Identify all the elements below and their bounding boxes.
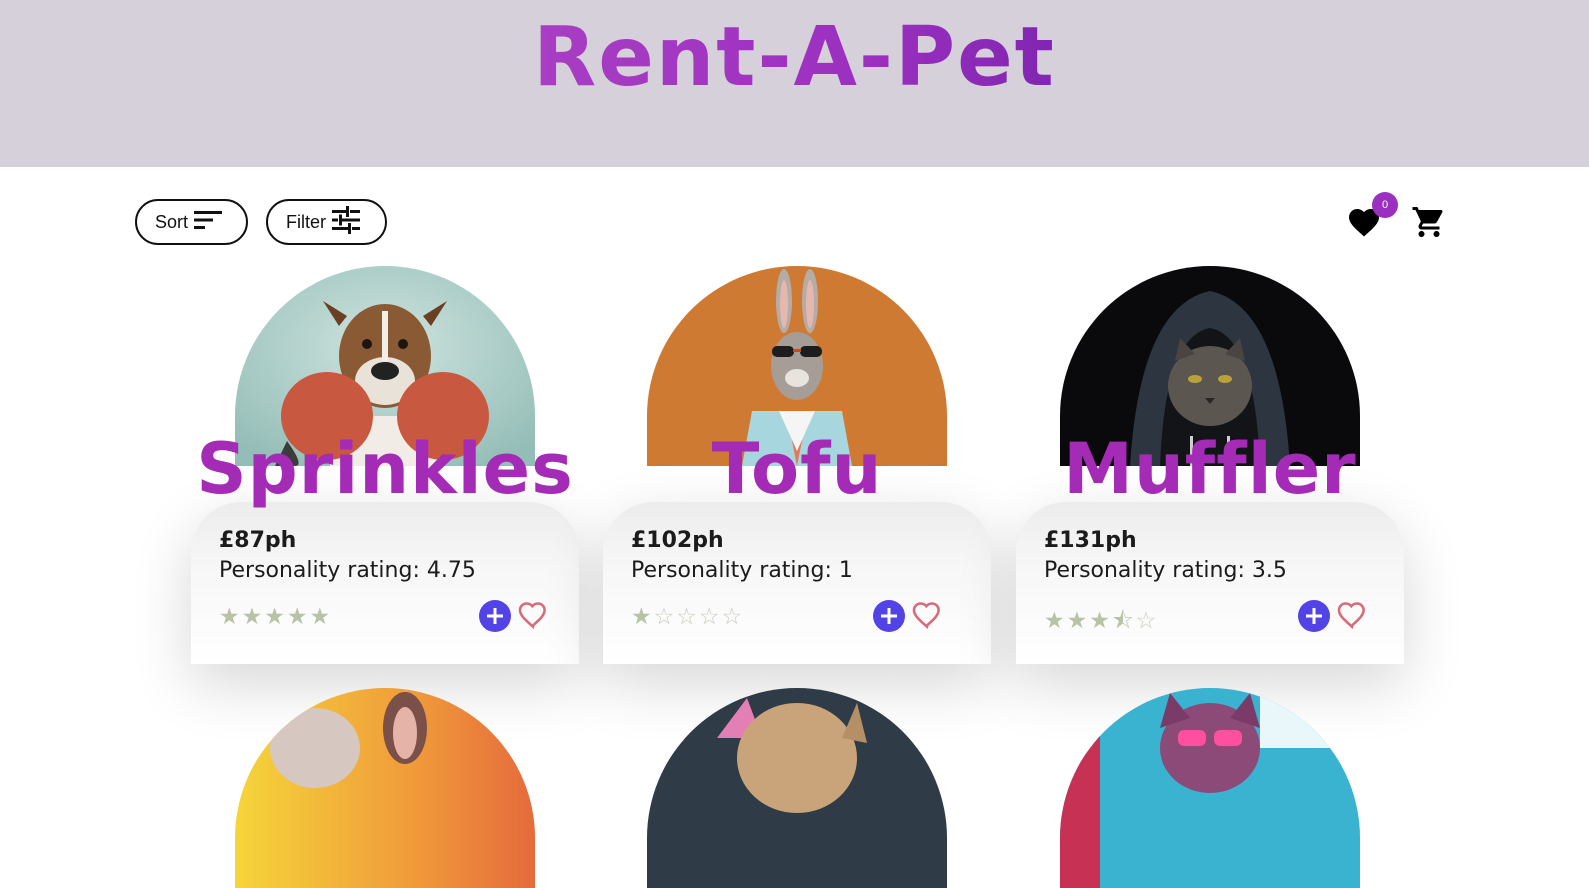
- pet-info-panel: [603, 502, 991, 664]
- favorite-button[interactable]: [516, 598, 550, 632]
- sort-label: Sort: [155, 211, 189, 232]
- add-to-cart-button[interactable]: [1298, 600, 1330, 632]
- pet-name: Sprinkles: [196, 428, 574, 510]
- pet-photo[interactable]: [1060, 688, 1360, 888]
- plus-icon: [881, 608, 897, 624]
- pet-name: Tofu: [711, 428, 883, 510]
- pet-info-panel: [191, 502, 579, 664]
- plus-icon: [487, 608, 503, 624]
- filter-label: Filter: [286, 211, 326, 232]
- star-rating: ★☆☆☆☆: [631, 604, 745, 630]
- cart-icon: [1412, 207, 1443, 237]
- add-to-cart-button[interactable]: [873, 600, 905, 632]
- star-rating: ★★★★★: [219, 604, 333, 630]
- favorite-button[interactable]: [1335, 598, 1369, 632]
- pet-card-tofu[interactable]: Tofu £102ph Personality rating: 1 ★☆☆☆☆: [603, 266, 991, 664]
- heart-outline-icon: [912, 602, 940, 630]
- pet-price: £131ph: [1044, 528, 1137, 553]
- sort-lines-icon: [194, 209, 224, 236]
- sliders-icon: [332, 205, 360, 239]
- heart-outline-icon: [1337, 602, 1365, 630]
- pet-photo[interactable]: [647, 688, 947, 888]
- pet-name: Muffler: [1063, 428, 1357, 510]
- pet-photo[interactable]: [235, 688, 535, 888]
- favorites-count-badge: 0: [1372, 192, 1398, 218]
- site-header: Rent-A-Pet: [0, 0, 1589, 167]
- pet-price: £87ph: [219, 528, 297, 553]
- pet-card-muffler[interactable]: Muffler £131ph Personality rating: 3.5 ★…: [1016, 266, 1404, 664]
- site-logo[interactable]: Rent-A-Pet: [0, 10, 1589, 105]
- personality-rating: Personality rating: 3.5: [1044, 558, 1287, 583]
- pet-card-sprinkles[interactable]: Sprinkles £87ph Personality rating: 4.75…: [191, 266, 579, 664]
- sort-button[interactable]: Sort: [135, 199, 248, 245]
- add-to-cart-button[interactable]: [479, 600, 511, 632]
- heart-outline-icon: [518, 602, 546, 630]
- star-rating: ★★★⯪☆: [1044, 608, 1159, 634]
- personality-rating: Personality rating: 1: [631, 558, 853, 583]
- pet-price: £102ph: [631, 528, 724, 553]
- cart-button[interactable]: [1410, 204, 1448, 240]
- favorite-button[interactable]: [910, 598, 944, 632]
- plus-icon: [1306, 608, 1322, 624]
- filter-button[interactable]: Filter: [266, 199, 387, 245]
- personality-rating: Personality rating: 4.75: [219, 558, 476, 583]
